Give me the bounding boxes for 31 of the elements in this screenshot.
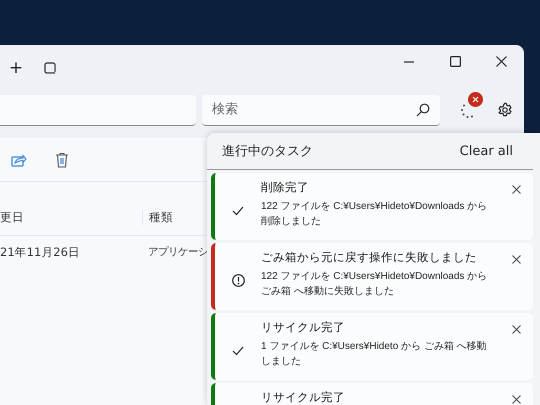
checkmark-icon [232,206,244,216]
task-title: 削除完了 [261,180,310,194]
minimize-icon[interactable] [404,60,414,62]
table-cell-text: 21年11月26日 [0,244,81,260]
task-message: 1 ファイルを C:¥Users¥Hideto から ごみ箱 へ移動しました [261,340,488,369]
task-title: リサイクル完了 [261,320,346,334]
settings-icon[interactable] [497,102,513,118]
table-cell: アプリケーシ [148,245,208,259]
task-message: 122 ファイルを C:¥Users¥Hideto¥Downloads から削除しました [261,200,488,229]
close-icon[interactable] [496,56,506,67]
close-icon[interactable] [512,185,520,194]
checkmark-icon [232,346,244,356]
task-status-with-error-badge-icon[interactable] [458,92,483,120]
search-box[interactable]: 検索 [202,94,440,126]
new-tab-button[interactable]: + [8,58,24,78]
task-title: リサイクル完了 [261,390,346,404]
share-icon[interactable] [11,152,27,168]
panel-title: 進行中のタスク [222,143,313,160]
close-icon[interactable] [512,395,520,404]
task-message: 122 ファイルを C:¥Users¥Hideto¥Downloads からごみ箱 へ移動に失敗しました [261,270,488,299]
close-icon[interactable] [512,255,520,264]
maximize-icon[interactable] [450,56,460,67]
column-header[interactable]: 種類 [142,210,173,224]
task-title: ごみ箱から元に戻す操作に失敗しました [261,250,478,264]
delete-icon[interactable] [55,152,69,168]
close-icon[interactable] [512,325,520,334]
warning-icon [232,274,244,287]
tab-list-icon[interactable] [44,62,56,74]
clear-all-button[interactable]: Clear all [460,144,513,158]
search-field[interactable]: 検索 [210,101,416,118]
search-icon[interactable] [416,102,430,116]
